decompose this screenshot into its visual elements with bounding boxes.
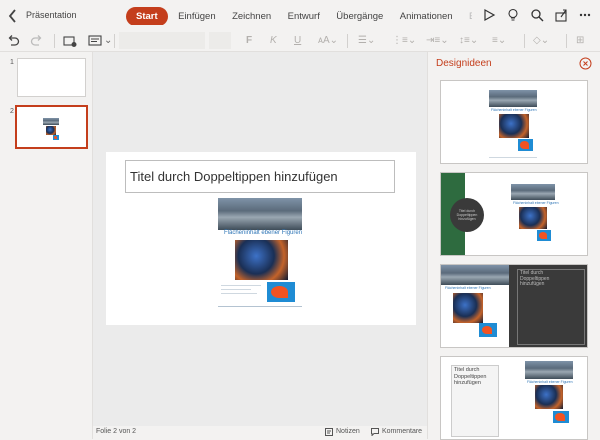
- card-mountain-image: [489, 90, 537, 107]
- card-title: Titel durch Doppeltippen hinzufügen: [454, 367, 487, 386]
- comment-icon[interactable]: [371, 428, 379, 436]
- slide-thumbnail-2[interactable]: [15, 105, 88, 149]
- thumbnail-mountain-image: [43, 118, 59, 125]
- italic-icon[interactable]: K: [270, 34, 277, 48]
- card-figure-image: [535, 385, 563, 409]
- bold-icon[interactable]: F: [246, 34, 252, 48]
- card-chart-image: [479, 323, 497, 337]
- notes-button[interactable]: Notizen: [336, 428, 360, 435]
- title-placeholder-text: Titel durch Doppeltippen hinzufügen: [130, 169, 338, 184]
- top-bar: Präsentation Start Einfügen Zeichnen Ent…: [0, 0, 600, 31]
- notes-icon[interactable]: [325, 428, 333, 436]
- slide-canvas: Titel durch Doppeltippen hinzufügen Fläc…: [93, 52, 427, 426]
- slide-thumbnail-1[interactable]: [17, 58, 86, 97]
- tab-start[interactable]: Start: [126, 7, 168, 25]
- text-line: [221, 285, 261, 286]
- card-figure-image: [499, 114, 529, 138]
- formatting-toolbar: ⌄ F K U ᴀA⌄ ☰⌄ ⋮≡⌄ ⇥≡⌄ ↕≡⌄ ≡⌄ ◇⌄ ⊞: [0, 31, 600, 52]
- thumbnail-figure-image: [46, 126, 56, 135]
- slide-number: 2: [10, 108, 14, 115]
- play-icon[interactable]: [482, 8, 496, 22]
- text-line: [221, 293, 257, 294]
- tab-entwurf[interactable]: Entwurf: [282, 7, 326, 25]
- slide-thumbnails: 1 2: [0, 52, 93, 439]
- tab-zeichnen[interactable]: Zeichnen: [226, 7, 277, 25]
- tab-uebergaenge[interactable]: Übergänge: [330, 7, 389, 25]
- tab-animationen[interactable]: Animationen: [394, 7, 459, 25]
- close-icon[interactable]: [579, 57, 592, 70]
- footer-line: [218, 306, 302, 307]
- line-spacing-icon[interactable]: ↕≡⌄: [459, 34, 478, 48]
- tab-bild[interactable]: Bild: [463, 7, 472, 25]
- slide-caption: Flächeninhalt ebener Figuren: [224, 230, 303, 236]
- card-mountain-image: [441, 265, 509, 285]
- design-idea-4[interactable]: Titel durch Doppeltippen hinzufügen Fläc…: [440, 356, 588, 440]
- card-figure-image: [453, 293, 483, 323]
- thumbnail-chart-image: [53, 135, 59, 140]
- card-caption: Flächeninhalt ebener Figuren: [445, 286, 491, 290]
- card-mountain-image: [525, 361, 573, 379]
- layout-chevron-icon[interactable]: ⌄: [104, 34, 112, 48]
- card-chart-image: [537, 230, 551, 241]
- font-name-field[interactable]: [119, 32, 205, 49]
- card-mountain-image: [511, 184, 555, 200]
- indent-icon[interactable]: ⇥≡⌄: [426, 34, 449, 48]
- card-chart-image: [518, 139, 533, 151]
- design-idea-1[interactable]: Flächeninhalt ebener Figuren: [440, 80, 588, 164]
- search-icon[interactable]: [530, 8, 544, 22]
- slide-number: 1: [10, 59, 14, 66]
- back-icon[interactable]: [6, 7, 20, 25]
- card-caption: Flächeninhalt ebener Figuren: [491, 108, 537, 112]
- shapes-icon[interactable]: ◇⌄: [533, 34, 549, 48]
- new-slide-icon[interactable]: [63, 34, 77, 48]
- title-placeholder[interactable]: Titel durch Doppeltippen hinzufügen: [125, 160, 395, 193]
- text-line: [221, 289, 251, 290]
- undo-icon[interactable]: [6, 34, 20, 48]
- more-icon[interactable]: [578, 8, 592, 22]
- mountain-image[interactable]: [218, 198, 302, 230]
- lightbulb-icon[interactable]: [506, 8, 520, 22]
- figure-image[interactable]: [235, 240, 288, 280]
- numbering-icon[interactable]: ⋮≡⌄: [392, 34, 416, 48]
- comments-button[interactable]: Kommentare: [382, 428, 422, 435]
- underline-icon[interactable]: U: [294, 34, 301, 48]
- font-size-field[interactable]: [209, 32, 231, 49]
- ribbon-tabs: Start Einfügen Zeichnen Entwurf Übergäng…: [126, 6, 472, 25]
- layout-icon[interactable]: [88, 34, 102, 48]
- design-idea-3[interactable]: Flächeninhalt ebener Figuren Titel durch…: [440, 264, 588, 348]
- share-icon[interactable]: [554, 8, 568, 22]
- card-caption: Flächeninhalt ebener Figuren: [513, 201, 559, 205]
- current-slide[interactable]: Titel durch Doppeltippen hinzufügen Fläc…: [106, 152, 416, 325]
- font-effects-icon[interactable]: ᴀA⌄: [318, 34, 338, 48]
- redo-icon[interactable]: [30, 34, 44, 48]
- slide-counter: Folie 2 von 2: [96, 428, 137, 435]
- card-figure-image: [519, 207, 547, 229]
- document-title[interactable]: Präsentation: [26, 10, 77, 20]
- bullets-icon[interactable]: ☰⌄: [358, 34, 375, 48]
- align-icon[interactable]: ≡⌄: [492, 34, 506, 48]
- card-line: [489, 157, 537, 158]
- panel-title: Designideen: [436, 58, 492, 69]
- tab-einfuegen[interactable]: Einfügen: [172, 7, 222, 25]
- chart-image[interactable]: [267, 282, 295, 302]
- design-ideas-panel: Designideen Flächeninhalt ebener Figuren…: [427, 52, 600, 440]
- card-chart-image: [553, 411, 569, 423]
- arrange-icon[interactable]: ⊞: [576, 34, 584, 48]
- status-bar: Folie 2 von 2 Notizen Kommentare: [93, 426, 427, 439]
- card-title: Titel durch Doppeltippen hinzufügen: [520, 270, 550, 287]
- card-title: Titel durch Doppeltippen hinzufügen: [456, 209, 478, 221]
- card-caption: Flächeninhalt ebener Figuren: [527, 380, 573, 384]
- design-idea-2[interactable]: Titel durch Doppeltippen hinzufügen Fläc…: [440, 172, 588, 256]
